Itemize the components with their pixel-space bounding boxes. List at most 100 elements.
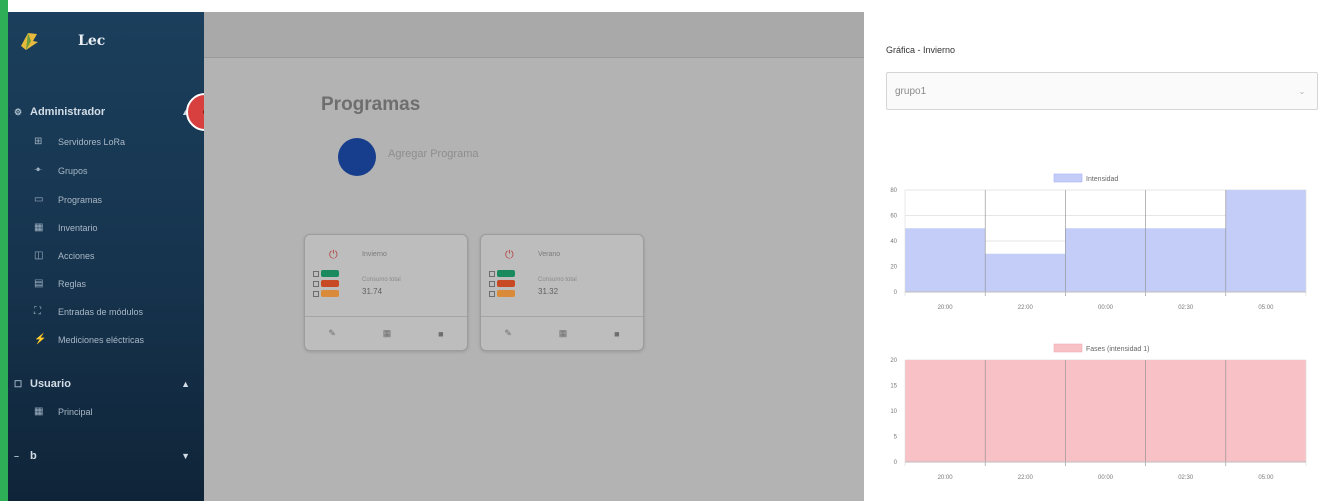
- users-icon: ꔹ: [34, 165, 43, 176]
- panel-title: Gráfica - Invierno: [886, 45, 956, 55]
- legend-label: Intensidad: [1086, 176, 1118, 183]
- power-icon[interactable]: ⏻: [329, 249, 338, 262]
- checkbox[interactable]: [313, 270, 319, 277]
- delete-icon[interactable]: ■: [614, 329, 619, 339]
- group-select[interactable]: grupo1 ⌄: [886, 72, 1318, 110]
- checkbox[interactable]: [313, 290, 319, 297]
- sidebar: Lec ⚙ Administrador ▲ ⊞ Servidores LoRa …: [8, 12, 204, 501]
- intensity-chart: Intensidad 0 20 40 60 80 20:00 22:00 00:00 02:30 0…: [874, 168, 1314, 318]
- sidebar-section-label: b: [30, 450, 37, 462]
- x-tick-label: 22:00: [1018, 475, 1034, 481]
- program-card-title: Verano: [538, 251, 561, 258]
- area-step: [905, 360, 986, 462]
- program-card[interactable]: ⏻ Invierno Consumo total 31.74 ✎ ▦ ■: [304, 234, 468, 351]
- expand-icon: ⛶: [34, 306, 41, 317]
- sidebar-section-label: Usuario: [30, 378, 71, 390]
- x-tick-label: 05:00: [1258, 475, 1274, 481]
- y-tick-label: 60: [890, 214, 897, 220]
- grid-icon: ⊞: [34, 136, 43, 147]
- checkbox[interactable]: [489, 290, 495, 297]
- dash-icon: –: [14, 451, 20, 461]
- sidebar-item-reglas[interactable]: ▤ Reglas: [34, 278, 194, 290]
- legend-swatch: [1053, 173, 1083, 183]
- sidebar-item-programas[interactable]: ▭ Programas: [34, 194, 194, 206]
- area-step: [905, 228, 986, 292]
- window-icon: ▭: [34, 194, 44, 205]
- program-card-value: 31.32: [538, 287, 559, 296]
- checkbox[interactable]: [489, 280, 495, 287]
- brand[interactable]: Lec: [8, 12, 204, 70]
- legend-swatch: [1053, 343, 1083, 353]
- add-program-label[interactable]: Agregar Programa: [388, 148, 479, 160]
- sidebar-item-label: Grupos: [58, 166, 88, 176]
- phases-chart-svg: Fases (intensidad 1) 0 5 10 15 20 20:00 22:00 00…: [890, 343, 1307, 481]
- area-step: [1145, 360, 1226, 462]
- sidebar-section-admin[interactable]: ⚙ Administrador ▲: [14, 106, 190, 118]
- sidebar-section-label: Administrador: [30, 106, 106, 118]
- y-tick-label: 0: [894, 290, 898, 296]
- badge-row: [489, 279, 519, 288]
- y-tick-label: 0: [894, 460, 898, 466]
- calendar-icon[interactable]: ▦: [559, 328, 568, 339]
- leaf-logo-icon: [21, 33, 38, 50]
- chevron-down-icon: ▼: [181, 451, 190, 461]
- checkbox[interactable]: [489, 270, 495, 277]
- sidebar-item-servidores[interactable]: ⊞ Servidores LoRa: [34, 136, 194, 148]
- box-icon: ◫: [34, 250, 44, 261]
- sidebar-section-usuario[interactable]: ☐ Usuario ▲: [14, 378, 190, 390]
- badge-row: [489, 289, 519, 298]
- group-select-value: grupo1: [895, 85, 927, 97]
- delete-icon[interactable]: ■: [438, 329, 443, 339]
- checkbox[interactable]: [313, 280, 319, 287]
- sidebar-item-principal[interactable]: ▦ Principal: [34, 406, 194, 418]
- list-icon: ▤: [34, 278, 44, 289]
- power-icon[interactable]: ⏻: [505, 249, 514, 262]
- y-tick-label: 40: [890, 239, 897, 245]
- status-pill: [321, 280, 339, 287]
- y-tick-label: 10: [890, 409, 897, 415]
- x-tick-label: 20:00: [938, 475, 954, 481]
- top-bar: [204, 12, 864, 58]
- area-step: [1145, 228, 1226, 292]
- edit-icon[interactable]: ✎: [328, 328, 336, 339]
- program-badges: [489, 269, 519, 299]
- status-pill: [321, 270, 339, 277]
- program-badges: [313, 269, 343, 299]
- program-card-subtitle: Consumo total: [362, 277, 401, 283]
- status-pill: [497, 270, 515, 277]
- gear-icon: ⚙: [14, 106, 23, 117]
- add-program-button[interactable]: [338, 138, 376, 176]
- plug-icon: ⚡: [34, 334, 47, 345]
- sidebar-item-grupos[interactable]: ꔹ Grupos: [34, 165, 194, 177]
- phases-chart: Fases (intensidad 1) 0 5 10 15 20 20:00 22:00 00…: [874, 338, 1314, 488]
- sidebar-item-acciones[interactable]: ◫ Acciones: [34, 250, 194, 262]
- program-card-subtitle: Consumo total: [538, 277, 577, 283]
- program-card[interactable]: ⏻ Verano Consumo total 31.32 ✎ ▦ ■: [480, 234, 644, 351]
- sidebar-item-entradas[interactable]: ⛶ Entradas de módulos: [34, 306, 194, 318]
- program-card-title: Invierno: [362, 251, 387, 258]
- sidebar-item-label: Reglas: [58, 279, 87, 289]
- sidebar-item-label: Principal: [58, 407, 93, 417]
- status-pill: [497, 290, 515, 297]
- table-icon: ▦: [34, 222, 44, 233]
- sidebar-item-mediciones[interactable]: ⚡ Mediciones eléctricas: [34, 334, 194, 346]
- area-step: [1065, 360, 1146, 462]
- y-tick-label: 20: [890, 358, 897, 364]
- sidebar-item-inventario[interactable]: ▦ Inventario: [34, 222, 194, 234]
- edit-icon[interactable]: ✎: [504, 328, 512, 339]
- sidebar-item-label: Programas: [58, 195, 103, 205]
- x-tick-label: 02:30: [1178, 475, 1194, 481]
- sidebar-section-b[interactable]: – b ▼: [14, 450, 190, 462]
- left-accent-bar: [0, 0, 8, 501]
- chevron-down-icon: ⌄: [1298, 86, 1306, 96]
- status-pill: [497, 280, 515, 287]
- app-root: Lec ⚙ Administrador ▲ ⊞ Servidores LoRa …: [0, 0, 1320, 501]
- y-tick-label: 80: [890, 188, 897, 194]
- sidebar-item-label: Inventario: [58, 223, 98, 233]
- x-tick-label: 20:00: [938, 305, 954, 311]
- page-title: Programas: [321, 94, 421, 115]
- y-tick-label: 20: [890, 265, 897, 271]
- calendar-icon[interactable]: ▦: [383, 328, 392, 339]
- x-tick-label: 22:00: [1018, 305, 1034, 311]
- badge-row: [313, 269, 343, 278]
